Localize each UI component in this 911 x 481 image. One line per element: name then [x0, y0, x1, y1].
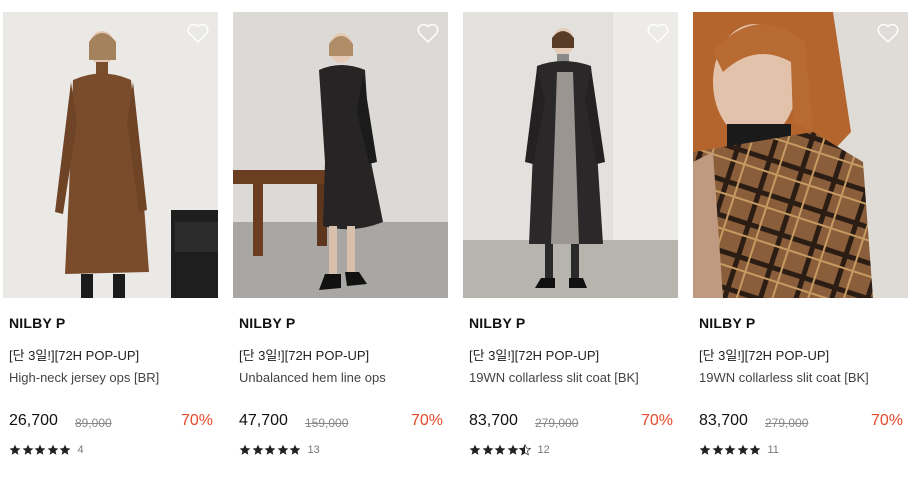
product-card[interactable]: NILBY P [단 3일!][72H POP-UP] High-neck je… — [3, 12, 219, 472]
product-image[interactable] — [233, 12, 448, 298]
original-price: 89,000 — [75, 416, 112, 430]
star-icon — [482, 444, 493, 455]
promo-label: [단 3일!][72H POP-UP] — [239, 348, 370, 363]
product-name[interactable]: 19WN collarless slit coat [BK] — [699, 370, 869, 385]
original-price: 279,000 — [765, 416, 809, 430]
star-icon — [239, 444, 251, 455]
sale-price: 26,700 — [9, 412, 58, 429]
review-count: 4 — [77, 444, 84, 456]
star-icon — [289, 444, 301, 455]
review-count: 12 — [537, 444, 550, 456]
brand-name[interactable]: NILBY P — [469, 315, 525, 331]
brand-name[interactable]: NILBY P — [9, 315, 65, 331]
star-icon — [22, 444, 33, 455]
star-icon — [737, 444, 748, 455]
sale-price: 83,700 — [699, 412, 748, 429]
product-card[interactable]: NILBY P [단 3일!][72H POP-UP] 19WN collarl… — [463, 12, 679, 472]
star-icon — [277, 444, 288, 455]
product-image[interactable] — [3, 12, 218, 298]
original-price: 279,000 — [535, 416, 579, 430]
wishlist-heart-icon[interactable] — [646, 22, 670, 44]
star-icon — [699, 444, 711, 455]
product-image[interactable] — [693, 12, 908, 298]
product-card[interactable]: NILBY P [단 3일!][72H POP-UP] Unbalanced h… — [233, 12, 449, 472]
original-price: 159,000 — [305, 416, 349, 430]
rating-stars: 12 — [469, 443, 550, 457]
star-icon — [507, 444, 518, 455]
product-name[interactable]: High-neck jersey ops [BR] — [9, 370, 159, 385]
star-icon — [47, 444, 58, 455]
wishlist-heart-icon[interactable] — [876, 22, 900, 44]
wishlist-heart-icon[interactable] — [416, 22, 440, 44]
product-image[interactable] — [463, 12, 678, 298]
product-card[interactable]: NILBY P [단 3일!][72H POP-UP] 19WN collarl… — [693, 12, 909, 472]
brand-name[interactable]: NILBY P — [239, 315, 295, 331]
star-icon — [712, 444, 723, 455]
star-icon — [34, 444, 46, 455]
discount-rate: 70% — [870, 412, 903, 429]
star-icon — [519, 444, 531, 456]
sale-price: 47,700 — [239, 412, 288, 429]
rating-stars: 4 — [9, 443, 84, 457]
product-name[interactable]: 19WN collarless slit coat [BK] — [469, 370, 639, 385]
brand-name[interactable]: NILBY P — [699, 315, 755, 331]
rating-stars: 13 — [239, 443, 320, 457]
wishlist-heart-icon[interactable] — [186, 22, 210, 44]
sale-price: 83,700 — [469, 412, 518, 429]
star-icon — [724, 444, 736, 455]
star-icon — [252, 444, 263, 455]
product-name[interactable]: Unbalanced hem line ops — [239, 370, 386, 385]
promo-label: [단 3일!][72H POP-UP] — [699, 348, 830, 363]
discount-rate: 70% — [180, 412, 213, 429]
star-icon — [59, 444, 71, 455]
review-count: 11 — [767, 444, 779, 456]
star-icon — [9, 444, 21, 455]
star-icon — [749, 444, 761, 455]
rating-stars: 11 — [699, 443, 779, 457]
discount-rate: 70% — [640, 412, 673, 429]
star-icon — [264, 444, 276, 455]
star-icon — [494, 444, 506, 455]
product-grid: NILBY P [단 3일!][72H POP-UP] High-neck je… — [0, 0, 911, 481]
review-count: 13 — [307, 444, 320, 456]
promo-label: [단 3일!][72H POP-UP] — [469, 348, 600, 363]
star-icon — [469, 444, 481, 455]
discount-rate: 70% — [410, 412, 443, 429]
promo-label: [단 3일!][72H POP-UP] — [9, 348, 140, 363]
